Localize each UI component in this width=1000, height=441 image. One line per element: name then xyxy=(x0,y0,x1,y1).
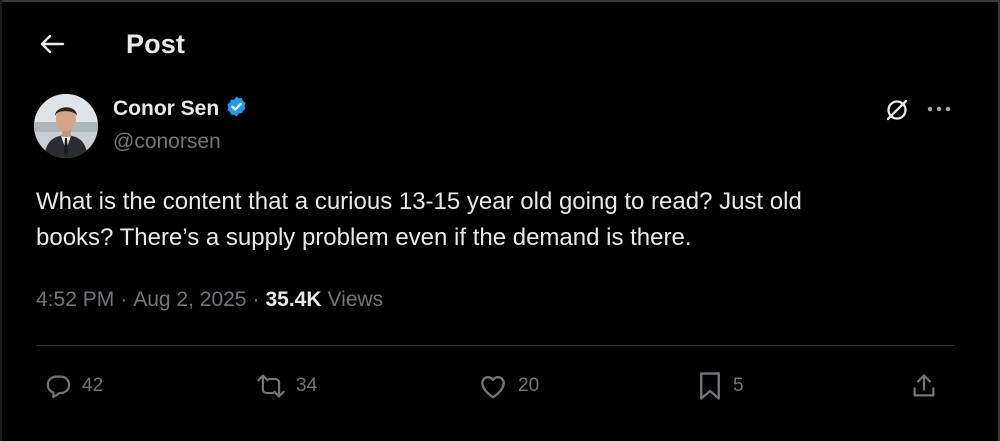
bookmark-icon xyxy=(697,371,723,401)
heart-icon xyxy=(478,372,508,400)
post-text-line: What is the content that a curious 13-15… xyxy=(36,188,802,215)
post-page: Post Conor Sen @conorsen What is the con… xyxy=(0,0,1000,441)
repost-icon xyxy=(256,372,286,400)
post-metadata: 4:52 PM · Aug 2, 2025 · 35.4K Views xyxy=(36,288,383,312)
reply-count: 42 xyxy=(82,375,104,396)
more-horizontal-icon xyxy=(927,99,951,117)
author-name-row[interactable]: Conor Sen xyxy=(113,95,248,123)
avatar[interactable] xyxy=(34,94,98,158)
page-title: Post xyxy=(126,29,185,59)
window-edge-left xyxy=(0,0,2,441)
share-button[interactable] xyxy=(910,368,938,404)
meta-separator: · xyxy=(120,288,128,311)
reply-button[interactable]: 42 xyxy=(44,368,103,404)
post-time[interactable]: 4:52 PM xyxy=(36,288,114,312)
author-handle[interactable]: @conorsen xyxy=(113,130,221,154)
reply-icon xyxy=(44,372,72,400)
views-label: Views xyxy=(327,288,384,311)
share-icon xyxy=(910,372,938,400)
like-count: 20 xyxy=(518,375,540,396)
bookmark-count: 5 xyxy=(733,375,744,396)
grok-button[interactable] xyxy=(880,95,914,129)
divider xyxy=(36,345,954,346)
more-options-button[interactable] xyxy=(922,95,956,121)
author-name: Conor Sen xyxy=(113,97,220,120)
arrow-left-icon xyxy=(39,33,65,60)
like-button[interactable]: 20 xyxy=(478,368,539,404)
repost-count: 34 xyxy=(296,375,318,396)
meta-separator: · xyxy=(252,288,260,311)
bookmark-button[interactable]: 5 xyxy=(697,368,744,404)
back-button[interactable] xyxy=(30,28,74,64)
post-text-line: books? There’s a supply problem even if … xyxy=(36,224,692,251)
verified-badge-icon xyxy=(225,95,248,123)
grok-icon xyxy=(884,97,910,128)
window-edge-top xyxy=(0,0,1000,2)
views-count[interactable]: 35.4K xyxy=(265,288,321,312)
post-text: What is the content that a curious 13-15… xyxy=(36,184,956,256)
post-date[interactable]: Aug 2, 2025 xyxy=(133,288,246,312)
repost-button[interactable]: 34 xyxy=(256,368,317,404)
